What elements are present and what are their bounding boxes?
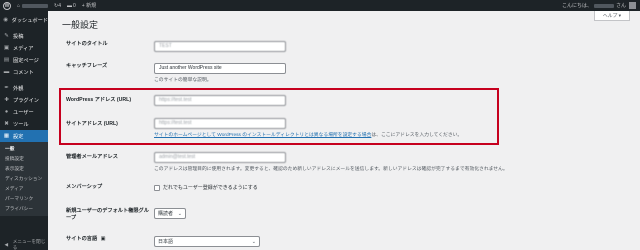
- menu-media[interactable]: ▣ メディア: [0, 42, 48, 54]
- site-address-label: サイトアドレス (URL): [66, 121, 118, 127]
- users-icon: ●: [4, 109, 9, 115]
- admin-email-label: 管理者メールアドレス: [66, 154, 118, 160]
- menu-comments[interactable]: ▬ コメント: [0, 66, 48, 78]
- menu-pages[interactable]: ▤ 固定ページ: [0, 54, 48, 66]
- wordpress-logo-icon: W: [3, 1, 11, 10]
- admin-email-input[interactable]: admin@test.test: [154, 152, 286, 163]
- chevron-down-icon: ⌄: [177, 210, 182, 217]
- admin-sidebar: ◉ ダッシュボード ✎ 投稿 ▣ メディア ▤ 固定ページ ▬ コメント ✒ 外観 ✚ プラグ…: [0, 11, 48, 250]
- tagline-input[interactable]: Just another WordPress site: [154, 63, 286, 74]
- wp-logo-menu[interactable]: W: [0, 0, 14, 11]
- menu-tools[interactable]: ✖ ツール: [0, 118, 48, 130]
- chevron-down-icon: ⌄: [251, 238, 256, 245]
- membership-checkbox-label: だれでもユーザー登録ができるようにする: [163, 185, 258, 191]
- membership-checkbox[interactable]: [154, 184, 160, 191]
- menu-label: プラグイン: [13, 97, 39, 104]
- home-icon: ⌂: [17, 2, 21, 9]
- submenu-general[interactable]: 一般: [0, 144, 48, 154]
- default-role-select[interactable]: 購読者 ⌄: [154, 208, 186, 219]
- new-content-menu[interactable]: + 新規: [79, 0, 99, 11]
- avatar: [629, 2, 636, 9]
- menu-dashboard[interactable]: ◉ ダッシュボード: [0, 14, 48, 26]
- my-account-menu[interactable]: こんにちは、 さん: [562, 2, 640, 9]
- site-language-value: 日本語: [158, 239, 174, 245]
- page-icon: ▤: [3, 57, 10, 63]
- settings-main: ヘルプ ▾ 一般設定 サイトのタイトル TEST キャッチフレーズ Just a…: [48, 11, 640, 250]
- wordpress-address-input[interactable]: https://test.test: [154, 95, 286, 106]
- menu-plugins[interactable]: ✚ プラグイン: [0, 94, 48, 106]
- menu-label: 投稿: [13, 33, 24, 40]
- site-language-select[interactable]: 日本語 ⌄: [154, 236, 260, 247]
- updates-count: 4: [58, 2, 62, 9]
- site-title-input[interactable]: TEST: [154, 41, 286, 52]
- username: [593, 3, 614, 8]
- translation-icon: ▣: [100, 236, 106, 242]
- default-role-value: 購読者: [158, 211, 174, 217]
- menu-appearance[interactable]: ✒ 外観: [0, 82, 48, 94]
- admin-email-description: このアドレスは管理目的に使用されます。変更すると、確認のため新しいアドレスにメー…: [154, 167, 508, 172]
- menu-label: ツール: [13, 121, 29, 128]
- submenu-discussion[interactable]: ディスカッション: [0, 174, 48, 184]
- new-content-label: + 新規: [81, 3, 97, 9]
- membership-option[interactable]: だれでもユーザー登録ができるようにする: [154, 184, 258, 191]
- help-button[interactable]: ヘルプ ▾: [594, 11, 630, 21]
- submenu-writing[interactable]: 投稿設定: [0, 154, 48, 164]
- wordpress-address-label: WordPress アドレス (URL): [66, 97, 132, 103]
- tools-icon: ✖: [4, 121, 9, 127]
- menu-posts[interactable]: ✎ 投稿: [0, 30, 48, 42]
- appearance-icon: ✒: [4, 85, 9, 91]
- greeting-prefix: こんにちは、: [561, 3, 592, 9]
- menu-label: ユーザー: [13, 109, 34, 116]
- plugin-icon: ✚: [4, 97, 9, 103]
- menu-label: 固定ページ: [13, 57, 39, 64]
- membership-label: メンバーシップ: [66, 184, 103, 190]
- media-icon: ▣: [3, 45, 10, 51]
- tagline-description: このサイトの簡単な説明。: [154, 78, 212, 83]
- submenu-privacy[interactable]: プライバシー: [0, 204, 48, 214]
- comment-icon: ▬: [67, 2, 73, 9]
- site-address-input[interactable]: https://test.test: [154, 118, 286, 129]
- site-title-label: サイトのタイトル: [66, 41, 108, 47]
- default-role-label: 新規ユーザーのデフォルト権限グループ: [66, 208, 149, 221]
- page-title: 一般設定: [62, 20, 99, 30]
- menu-label: ダッシュボード: [11, 17, 48, 24]
- site-name: [22, 3, 49, 8]
- admin-bar: W ⌂ ↻ 4 ▬ 0 + 新規 こんにちは、 さん: [0, 0, 640, 11]
- submenu-permalink[interactable]: パーマリンク: [0, 194, 48, 204]
- dashboard-icon: ◉: [3, 17, 9, 23]
- settings-icon: ▦: [3, 133, 10, 139]
- comments-menu[interactable]: ▬ 0: [64, 0, 79, 11]
- submenu-media[interactable]: メディア: [0, 184, 48, 194]
- menu-label: 外観: [13, 85, 24, 92]
- site-name-menu[interactable]: ⌂: [14, 0, 51, 11]
- menu-users[interactable]: ● ユーザー: [0, 106, 48, 118]
- settings-submenu: 一般 投稿設定 表示設定 ディスカッション メディア パーマリンク プライバシー: [0, 142, 48, 216]
- collapse-menu-button[interactable]: ◀ メニューを閉じる: [0, 239, 48, 250]
- greeting-suffix: さん: [615, 3, 626, 9]
- menu-label: 設定: [13, 133, 24, 140]
- menu-label: メディア: [13, 45, 34, 52]
- site-address-help-link[interactable]: サイトのホームページとして WordPress のインストールディレクトリとは異…: [154, 133, 371, 138]
- comments-count: 0: [73, 2, 76, 9]
- comment-icon: ▬: [3, 69, 10, 75]
- collapse-icon: ◀: [4, 242, 9, 247]
- pin-icon: ✎: [4, 33, 9, 39]
- submenu-reading[interactable]: 表示設定: [0, 164, 48, 174]
- site-address-description-tail: は、ここにアドレスを入力してください。: [371, 133, 463, 138]
- site-language-label-text: サイトの言語: [66, 236, 98, 242]
- menu-settings[interactable]: ▦ 設定: [0, 130, 48, 142]
- collapse-label: メニューを閉じる: [12, 239, 46, 250]
- tagline-label: キャッチフレーズ: [66, 63, 108, 69]
- updates-menu[interactable]: ↻ 4: [51, 0, 64, 11]
- menu-label: コメント: [13, 69, 34, 76]
- site-language-label: サイトの言語 ▣: [66, 236, 146, 243]
- site-address-description: サイトのホームページとして WordPress のインストールディレクトリとは異…: [154, 131, 462, 138]
